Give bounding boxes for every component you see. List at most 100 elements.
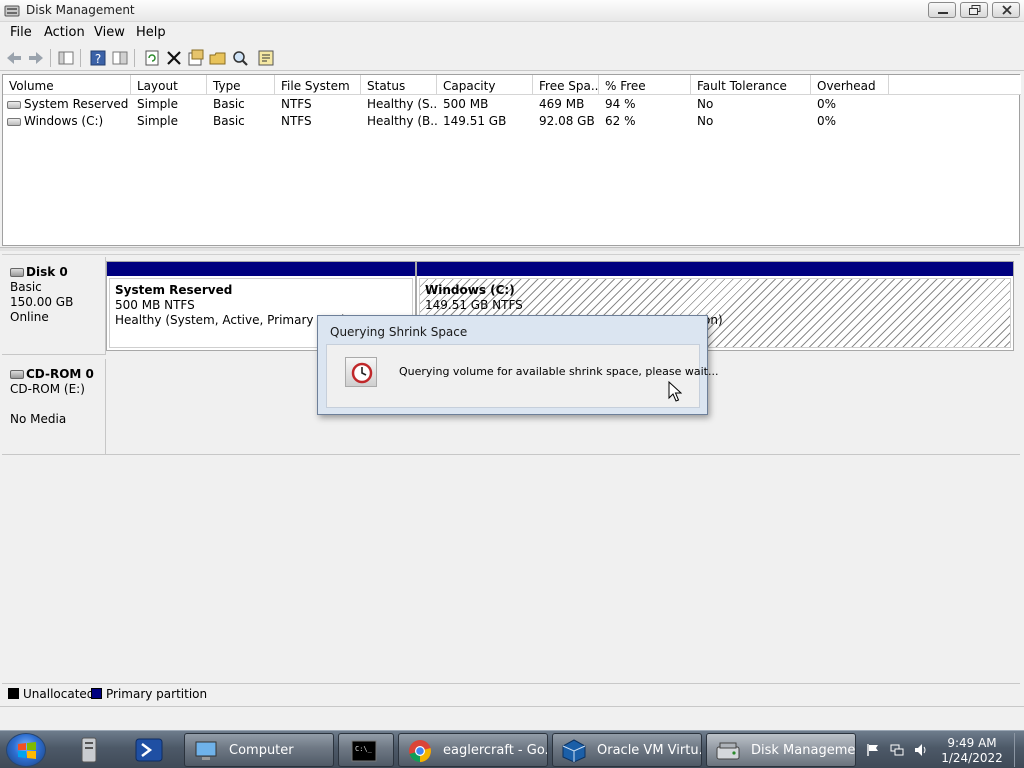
cdrom-drive-letter: CD-ROM (E:) (10, 382, 85, 396)
column-header-filler (889, 75, 1021, 95)
task-computer[interactable]: Computer (184, 733, 334, 767)
table-cell: Healthy (B... (367, 114, 437, 128)
table-cell: NTFS (281, 114, 312, 128)
status-bar (0, 706, 1024, 728)
column-header-layout[interactable]: Layout (131, 75, 207, 95)
table-row[interactable]: Windows (C:) (7, 114, 103, 130)
open-icon[interactable] (208, 48, 228, 68)
disk-type: Basic (10, 280, 42, 294)
clock-date: 1/24/2022 (941, 751, 1003, 765)
task-disk-management[interactable]: Disk Management (706, 733, 856, 767)
disk-icon (10, 268, 24, 277)
menu-action[interactable]: Action (44, 25, 85, 40)
partition-size: 149.51 GB NTFS (425, 298, 523, 312)
svg-text:C:\_: C:\_ (355, 745, 373, 753)
column-header-percent-free[interactable]: % Free (599, 75, 691, 95)
powershell-icon[interactable] (128, 734, 170, 766)
table-cell: 92.08 GB (539, 114, 595, 128)
task-virtualbox[interactable]: Oracle VM Virtu... (552, 733, 702, 767)
table-cell: Simple (137, 114, 178, 128)
clock[interactable]: 9:49 AM 1/24/2022 (938, 736, 1006, 766)
properties-icon[interactable] (186, 48, 206, 68)
column-header-overhead[interactable]: Overhead (811, 75, 889, 95)
querying-shrink-space-dialog: Querying Shrink Space Querying volume fo… (317, 315, 718, 415)
network-icon[interactable] (890, 743, 904, 757)
properties-pane-icon[interactable] (56, 48, 76, 68)
menu-bar: File Action View Help (0, 22, 1024, 44)
show-desktop-button[interactable] (1014, 733, 1024, 767)
menu-help[interactable]: Help (136, 25, 166, 40)
windows-logo-icon (18, 742, 36, 759)
disk-management-icon (716, 742, 740, 760)
column-header-fault-tolerance[interactable]: Fault Tolerance (691, 75, 811, 95)
legend-swatch-primary (91, 688, 102, 699)
toolbar: ? (0, 45, 1024, 71)
volume-list: Volume Layout Type File System Status Ca… (2, 74, 1021, 246)
clock-time: 9:49 AM (947, 736, 997, 750)
cdrom-0-label[interactable]: CD-ROM 0 CD-ROM (E:) No Media (2, 359, 106, 455)
taskbar: Computer C:\_ eaglercraft - Go... Oracle… (0, 730, 1024, 768)
close-button[interactable] (992, 2, 1020, 18)
chrome-icon (409, 740, 431, 762)
show-hide-icon[interactable] (110, 48, 130, 68)
back-icon[interactable] (4, 48, 24, 68)
computer-icon (195, 741, 217, 760)
task-label: eaglercraft - Go... (443, 743, 548, 758)
more-icon[interactable] (256, 48, 276, 68)
task-cmd[interactable]: C:\_ (338, 733, 394, 767)
server-manager-icon[interactable] (68, 734, 110, 766)
clock-icon (345, 357, 377, 387)
table-cell: 0% (817, 114, 837, 128)
table-cell: Healthy (S... (367, 97, 437, 111)
column-header-file-system[interactable]: File System (275, 75, 361, 95)
cdrom-icon (10, 370, 24, 379)
disk-0-label[interactable]: Disk 0 Basic 150.00 GB Online (2, 257, 106, 355)
legend: Unallocated Primary partition (2, 683, 1020, 703)
close-icon (1002, 5, 1012, 15)
task-label: Computer (229, 743, 294, 758)
menu-view[interactable]: View (94, 25, 125, 40)
minimize-button[interactable] (928, 2, 956, 18)
column-header-volume[interactable]: Volume (3, 75, 131, 95)
table-cell: Simple (137, 97, 178, 111)
cmd-icon: C:\_ (351, 740, 377, 762)
column-header-free-space[interactable]: Free Spa... (533, 75, 599, 95)
menu-file[interactable]: File (10, 25, 32, 40)
table-cell: 500 MB (443, 97, 489, 111)
refresh-icon[interactable] (142, 48, 162, 68)
column-header-capacity[interactable]: Capacity (437, 75, 533, 95)
action-center-flag-icon[interactable] (866, 743, 880, 757)
table-row[interactable]: System Reserved (7, 97, 128, 113)
pane-splitter[interactable] (0, 247, 1024, 251)
partition-name: System Reserved (115, 283, 233, 297)
restore-button[interactable] (960, 2, 988, 18)
dialog-title: Querying Shrink Space (330, 325, 468, 339)
table-cell: 0% (817, 97, 837, 111)
table-cell: Basic (213, 114, 245, 128)
legend-label-primary: Primary partition (106, 687, 208, 701)
legend-label-unallocated: Unallocated (23, 687, 95, 701)
partition-bar (417, 262, 1013, 276)
task-label: Disk Management (751, 743, 856, 758)
help-icon[interactable]: ? (88, 48, 108, 68)
column-header-status[interactable]: Status (361, 75, 437, 95)
column-header-type[interactable]: Type (207, 75, 275, 95)
start-button[interactable] (6, 733, 46, 767)
task-chrome[interactable]: eaglercraft - Go... (398, 733, 548, 767)
disk-status: Online (10, 310, 49, 324)
forward-icon[interactable] (26, 48, 46, 68)
partition-size: 500 MB NTFS (115, 298, 195, 312)
cdrom-blank-line (10, 397, 105, 412)
explore-icon[interactable] (230, 48, 250, 68)
mouse-cursor-icon (668, 381, 682, 402)
task-label: Oracle VM Virtu... (597, 743, 702, 758)
volume-icon (7, 118, 21, 126)
table-cell: No (697, 97, 714, 111)
table-cell: NTFS (281, 97, 312, 111)
delete-icon[interactable] (164, 48, 184, 68)
restore-icon (969, 5, 981, 15)
virtualbox-icon (562, 739, 586, 763)
cdrom-status: No Media (10, 412, 67, 426)
volume-icon[interactable] (914, 743, 928, 757)
title-bar: Disk Management (0, 0, 1024, 22)
